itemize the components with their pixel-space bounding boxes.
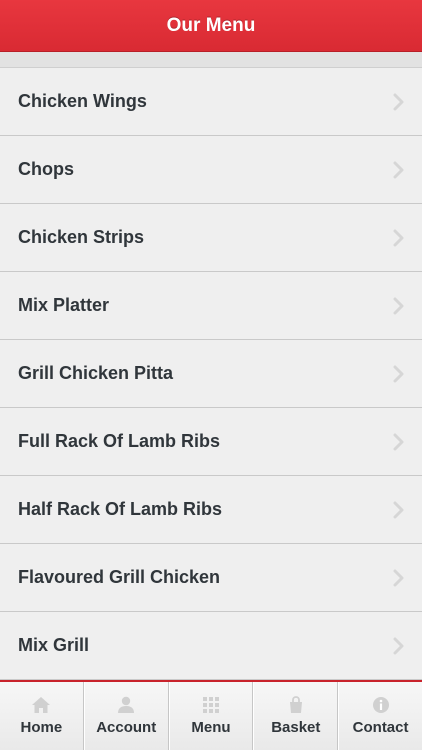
chevron-right-icon (393, 433, 404, 450)
menu-item-mix-platter[interactable]: Mix Platter (0, 272, 422, 340)
menu-item-label: Half Rack Of Lamb Ribs (18, 499, 223, 519)
app-screen: Our Menu Chicken Wings Chops Chicken Str… (0, 0, 422, 750)
chevron-right-icon (393, 93, 404, 110)
menu-item-grill-chicken-pitta[interactable]: Grill Chicken Pitta (0, 340, 422, 408)
tab-menu[interactable]: Menu (168, 682, 254, 750)
menu-category-list: Chicken Wings Chops Chicken Strips Mix P… (0, 68, 422, 680)
menu-item-label: Chicken Strips (18, 227, 145, 247)
chevron-right-icon (393, 501, 404, 518)
menu-item-chops[interactable]: Chops (0, 136, 422, 204)
tab-label: Contact (352, 719, 409, 736)
menu-item-half-rack-of-lamb-ribs[interactable]: Half Rack Of Lamb Ribs (0, 476, 422, 544)
info-icon (372, 697, 389, 713)
tab-label: Account (96, 719, 157, 736)
tab-bar: Home Account Menu Basket Contact (0, 680, 422, 750)
page-title: Our Menu (166, 14, 256, 36)
tab-label: Menu (191, 719, 231, 736)
grid-icon (202, 697, 219, 713)
tab-home[interactable]: Home (0, 682, 84, 750)
chevron-right-icon (393, 297, 404, 314)
tab-label: Basket (271, 719, 321, 736)
chevron-right-icon (393, 161, 404, 178)
navigation-bar: Our Menu (0, 0, 422, 52)
menu-item-full-rack-of-lamb-ribs[interactable]: Full Rack Of Lamb Ribs (0, 408, 422, 476)
menu-item-label: Mix Platter (18, 295, 110, 315)
menu-item-chicken-wings[interactable]: Chicken Wings (0, 68, 422, 136)
list-top-spacer (0, 52, 422, 68)
menu-item-label: Chicken Wings (18, 91, 147, 111)
tab-contact[interactable]: Contact (338, 682, 422, 750)
menu-item-label: Mix Grill (18, 635, 90, 655)
tab-label: Home (20, 719, 63, 736)
bag-icon (289, 696, 302, 713)
menu-item-mix-grill[interactable]: Mix Grill (0, 612, 422, 680)
chevron-right-icon (393, 229, 404, 246)
menu-item-label: Grill Chicken Pitta (18, 363, 174, 383)
chevron-right-icon (393, 365, 404, 382)
tab-account[interactable]: Account (83, 682, 169, 750)
chevron-right-icon (393, 637, 404, 654)
user-icon (118, 696, 135, 713)
menu-item-label: Flavoured Grill Chicken (18, 567, 221, 587)
chevron-right-icon (393, 569, 404, 586)
menu-item-chicken-strips[interactable]: Chicken Strips (0, 204, 422, 272)
menu-item-label: Full Rack Of Lamb Ribs (18, 431, 221, 451)
menu-item-label: Chops (18, 159, 74, 179)
menu-item-flavoured-grill-chicken[interactable]: Flavoured Grill Chicken (0, 544, 422, 612)
tab-basket[interactable]: Basket (253, 682, 339, 750)
home-icon (32, 697, 51, 713)
